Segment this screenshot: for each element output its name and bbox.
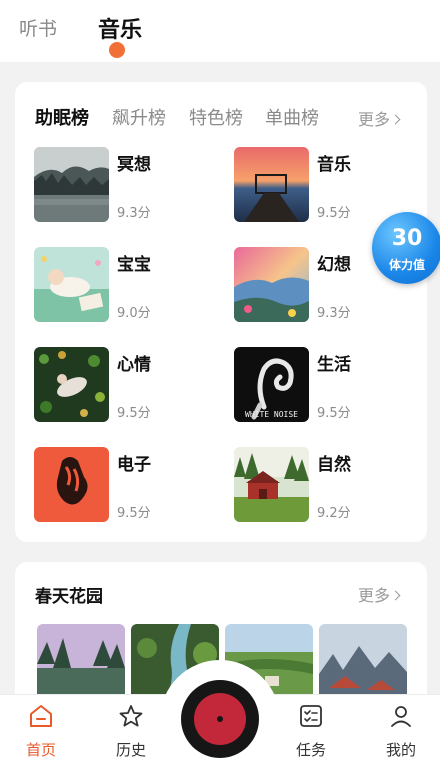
item-title: 心情	[117, 355, 151, 375]
person-icon	[391, 706, 411, 727]
ranking-card: 助眠榜 飙升榜 特色榜 单曲榜 更多 冥想 9.3分 音乐 9.5分 宝宝 9.…	[15, 82, 427, 542]
item-title: 电子	[117, 455, 151, 475]
list-item-mood[interactable]: 心情 9.5分	[34, 347, 224, 423]
energy-badge[interactable]: 30 体力值	[372, 212, 440, 284]
tab-single-chart[interactable]: 单曲榜	[265, 104, 319, 130]
electronic-cover-image	[34, 447, 109, 522]
list-item-meditation[interactable]: 冥想 9.3分	[34, 147, 224, 223]
list-item-baby[interactable]: 宝宝 9.0分	[34, 247, 224, 323]
fantasy-cover-image	[234, 247, 309, 322]
active-tab-indicator	[109, 42, 125, 58]
item-score: 9.5分	[117, 406, 151, 421]
task-list-icon	[300, 705, 322, 727]
more-label: 更多	[358, 110, 391, 129]
mood-cover-image	[34, 347, 109, 422]
item-score: 9.5分	[317, 206, 351, 221]
more-label: 更多	[358, 586, 391, 605]
nature-cover-image	[234, 447, 309, 522]
tab-music[interactable]: 音乐	[98, 12, 142, 44]
music-cover-image	[234, 147, 309, 222]
item-score: 9.0分	[117, 306, 151, 321]
nav-history[interactable]: 历史	[101, 703, 161, 763]
item-score: 9.5分	[117, 506, 151, 521]
chevron-right-icon	[390, 590, 401, 601]
nav-label: 任务	[295, 741, 326, 759]
item-title: 宝宝	[117, 255, 151, 275]
item-score: 9.5分	[317, 406, 351, 421]
ranking-tabs: 助眠榜 飙升榜 特色榜 单曲榜 更多	[35, 104, 415, 130]
item-score: 9.3分	[317, 306, 351, 321]
energy-value: 30	[391, 226, 423, 251]
top-tab-bar: 听书 音乐	[0, 0, 440, 62]
home-icon	[30, 705, 52, 727]
tab-sleep-chart[interactable]: 助眠榜	[35, 104, 89, 130]
baby-cover-image	[34, 247, 109, 322]
player-button[interactable]	[181, 680, 259, 758]
item-title: 生活	[317, 355, 351, 375]
chevron-right-icon	[390, 114, 401, 125]
star-icon	[119, 705, 143, 727]
white-noise-text: WHITE NOISE	[245, 410, 298, 419]
ranking-more-link[interactable]: 更多	[358, 106, 401, 130]
tab-audiobook[interactable]: 听书	[19, 14, 57, 41]
white-noise-cover-image: WHITE NOISE	[234, 347, 309, 422]
nav-mine[interactable]: 我的	[371, 703, 431, 763]
item-title: 自然	[317, 455, 351, 475]
item-score: 9.3分	[117, 206, 151, 221]
meditation-cover-image	[34, 147, 109, 222]
nav-task[interactable]: 任务	[281, 703, 341, 763]
tab-rising-chart[interactable]: 飙升榜	[112, 104, 166, 130]
nav-label: 我的	[385, 741, 416, 759]
section-title: 春天花园	[35, 587, 103, 607]
list-item-electronic[interactable]: 电子 9.5分	[34, 447, 224, 523]
list-item-life[interactable]: WHITE NOISE 生活 9.5分	[234, 347, 424, 423]
nav-home[interactable]: 首页	[11, 703, 71, 763]
list-item-nature[interactable]: 自然 9.2分	[234, 447, 424, 523]
nav-label: 历史	[115, 741, 146, 759]
item-title: 冥想	[117, 155, 151, 175]
item-title: 音乐	[317, 155, 351, 175]
tab-featured-chart[interactable]: 特色榜	[189, 104, 243, 130]
energy-label: 体力值	[388, 258, 425, 272]
list-item-music[interactable]: 音乐 9.5分	[234, 147, 424, 223]
record-center-hole	[217, 716, 223, 722]
item-title: 幻想	[317, 255, 351, 275]
spring-more-link[interactable]: 更多	[358, 582, 401, 606]
item-score: 9.2分	[317, 506, 351, 521]
nav-label: 首页	[25, 741, 56, 759]
